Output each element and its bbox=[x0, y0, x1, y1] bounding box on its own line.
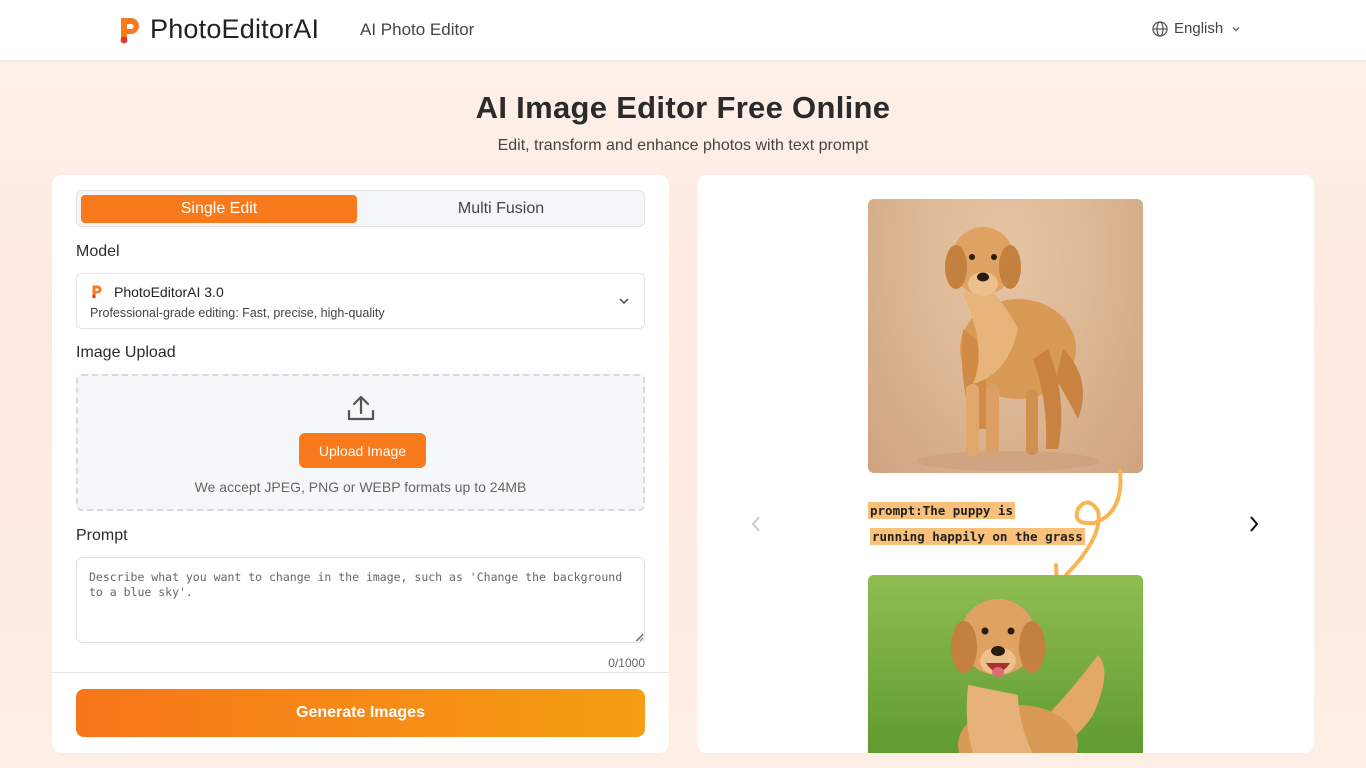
model-name: PhotoEditorAI 3.0 bbox=[114, 284, 224, 300]
prompt-label: Prompt bbox=[76, 527, 128, 544]
prompt-input[interactable] bbox=[76, 557, 645, 643]
generate-images-button[interactable]: Generate Images bbox=[76, 689, 645, 737]
brand-name: PhotoEditorAI bbox=[150, 14, 320, 44]
globe-icon bbox=[1152, 20, 1168, 37]
language-label: English bbox=[1174, 20, 1224, 37]
tab-multi-fusion[interactable]: Multi Fusion bbox=[361, 195, 641, 223]
language-selector[interactable]: English bbox=[1152, 20, 1247, 37]
brand-logo[interactable]: PhotoEditorAI bbox=[118, 14, 319, 45]
model-label: Model bbox=[76, 243, 120, 260]
upload-image-button[interactable]: Upload Image bbox=[299, 433, 426, 468]
divider bbox=[52, 672, 669, 673]
editor-form-card: Single Edit Multi Fusion Model PhotoEdit… bbox=[52, 175, 669, 753]
mode-tabs: Single Edit Multi Fusion bbox=[76, 190, 645, 227]
tab-single-edit[interactable]: Single Edit bbox=[81, 195, 357, 223]
before-image bbox=[868, 199, 1143, 473]
model-select[interactable]: PhotoEditorAI 3.0 Professional-grade edi… bbox=[76, 273, 645, 329]
page-title: AI Image Editor Free Online bbox=[475, 90, 891, 125]
model-logo-icon bbox=[92, 285, 102, 299]
resize-grip-icon[interactable] bbox=[636, 634, 644, 642]
chevron-down-icon bbox=[619, 298, 629, 305]
char-count: 0/1000 bbox=[608, 656, 645, 670]
upload-format-note: We accept JPEG, PNG or WEBP formats up t… bbox=[194, 479, 527, 495]
upload-icon bbox=[347, 395, 375, 421]
after-image bbox=[868, 575, 1143, 753]
dog-running-illustration bbox=[868, 575, 1143, 753]
dog-standing-illustration bbox=[918, 227, 1098, 471]
top-header: PhotoEditorAI AI Photo Editor English bbox=[0, 0, 1366, 60]
chevron-left-icon[interactable] bbox=[749, 515, 763, 533]
logo-mark-icon bbox=[120, 17, 139, 43]
upload-dropzone[interactable]: Upload Image We accept JPEG, PNG or WEBP… bbox=[76, 374, 645, 511]
preview-prompt-line-1: prompt:The puppy is bbox=[868, 502, 1015, 519]
example-preview-card: prompt:The puppy is running happily on t… bbox=[697, 175, 1314, 753]
image-upload-label: Image Upload bbox=[76, 344, 176, 361]
chevron-right-icon[interactable] bbox=[1247, 515, 1261, 533]
model-description: Professional-grade editing: Fast, precis… bbox=[90, 306, 385, 320]
page-subtitle: Edit, transform and enhance photos with … bbox=[497, 137, 869, 154]
chevron-down-icon bbox=[1232, 26, 1240, 31]
nav-ai-photo-editor[interactable]: AI Photo Editor bbox=[360, 20, 474, 40]
